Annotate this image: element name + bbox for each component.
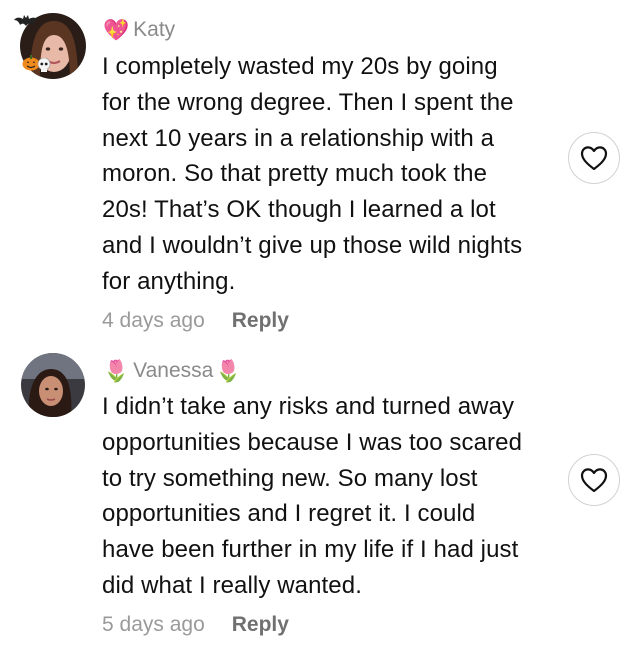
commenter-name[interactable]: 🌷 Vanessa 🌷 [103, 359, 241, 383]
comment-meta: 4 days ago Reply [102, 309, 289, 333]
timestamp: 5 days ago [102, 613, 205, 636]
reply-button[interactable]: Reply [232, 309, 289, 333]
like-button[interactable] [568, 132, 620, 184]
heart-outline-icon [580, 468, 608, 493]
like-button[interactable] [568, 454, 620, 506]
comment-meta: 5 days ago Reply [102, 613, 289, 637]
commenter-name-label: Katy [133, 18, 176, 41]
comment-text: I completely wasted my 20s by going for … [102, 53, 523, 295]
heart-outline-icon [580, 146, 608, 171]
commenter-name-label: Vanessa [133, 359, 214, 382]
tulip-emoji-icon: 🌷 [215, 359, 242, 383]
skull-decoration-icon [37, 58, 51, 72]
heart-ribbon-emoji-icon: 💖 [103, 18, 130, 42]
bat-decoration-icon [14, 15, 38, 26]
reply-button[interactable]: Reply [232, 613, 289, 637]
commenter-name[interactable]: 💖 Katy [103, 18, 175, 42]
timestamp: 4 days ago [102, 309, 205, 332]
tulip-emoji-icon: 🌷 [103, 359, 130, 383]
avatar[interactable] [21, 353, 85, 417]
comment-text: I didn’t take any risks and turned away … [102, 393, 523, 599]
